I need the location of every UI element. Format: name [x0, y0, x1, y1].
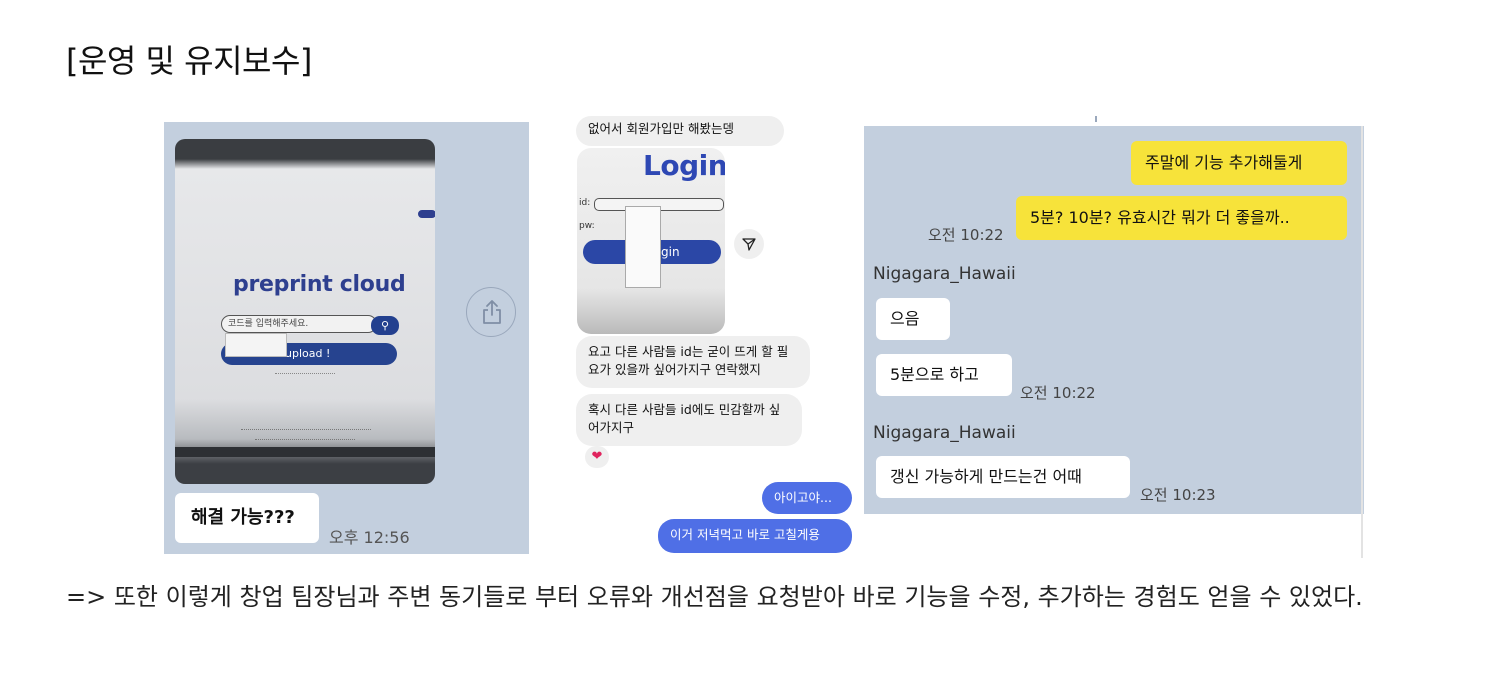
- dm-reply-1: 아이고야...: [762, 482, 852, 514]
- received-timestamp-1: 오전 10:22: [1020, 384, 1096, 402]
- dm-message-1: 요고 다른 사람들 id는 굳이 뜨게 할 필요가 있을까 싶어가지구 연락했지: [576, 336, 810, 388]
- photo-code-input: 코드를 입력해주세요.: [221, 315, 377, 333]
- photo-login-title: Login: [643, 149, 725, 182]
- photo-footer-text-2: [255, 439, 355, 443]
- photo-autocomplete-dropdown: [225, 333, 287, 357]
- chat-bubble-question: 해결 가능???: [175, 493, 319, 543]
- send-icon: [742, 238, 756, 251]
- section-heading: [운영 및 유지보수]: [66, 42, 312, 80]
- sent-message-2: 5분? 10분? 유효시간 뭐가 더 좋을까..: [1016, 196, 1347, 240]
- photo-pw-label: pw:: [579, 221, 595, 231]
- photo-small-text: [275, 373, 335, 376]
- share-button[interactable]: [466, 287, 516, 337]
- photo-title: preprint cloud: [233, 272, 406, 297]
- sender-name-1: Nigagara_Hawaii: [873, 264, 1016, 284]
- photo-taskbar: [175, 447, 435, 457]
- share-icon: [483, 300, 501, 324]
- photo-badge: [418, 210, 435, 218]
- dm-message-top: 없어서 회원가입만 해봤는뎅: [576, 116, 784, 146]
- forward-button[interactable]: [734, 229, 764, 259]
- received-message-2: 5분으로 하고: [876, 354, 1012, 396]
- sent-timestamp: 오전 10:22: [928, 226, 1004, 244]
- photo-id-dropdown: [625, 206, 661, 288]
- photo-search-icon: ⚲: [371, 316, 399, 335]
- heart-reaction-icon: ❤: [585, 446, 609, 468]
- photo-footer-text: [241, 429, 371, 433]
- photo-id-label: id:: [579, 198, 591, 208]
- received-message-1: 으음: [876, 298, 950, 340]
- dm-reply-2: 이거 저녁먹고 바로 고칠게용: [658, 519, 852, 553]
- scroll-tick: [1095, 116, 1097, 122]
- sender-name-2: Nigagara_Hawaii: [873, 423, 1016, 443]
- body-caption: => 또한 이렇게 창업 팀장님과 주변 동기들로 부터 오류와 개선점을 요청…: [66, 583, 1363, 611]
- panel-divider: [1361, 126, 1363, 558]
- photo-preprint-cloud: preprint cloud 코드를 입력해주세요. ⚲ upload !: [175, 139, 435, 484]
- photo-login-page: Login id: pw: gin: [577, 148, 725, 334]
- received-timestamp-2: 오전 10:23: [1140, 486, 1216, 504]
- sent-message-1: 주말에 기능 추가해둘게: [1131, 141, 1347, 185]
- chat-timestamp: 오후 12:56: [329, 528, 410, 547]
- dm-message-2: 혹시 다른 사람들 id에도 민감할까 싶어가지구: [576, 394, 802, 446]
- received-message-3: 갱신 가능하게 만드는건 어때: [876, 456, 1130, 498]
